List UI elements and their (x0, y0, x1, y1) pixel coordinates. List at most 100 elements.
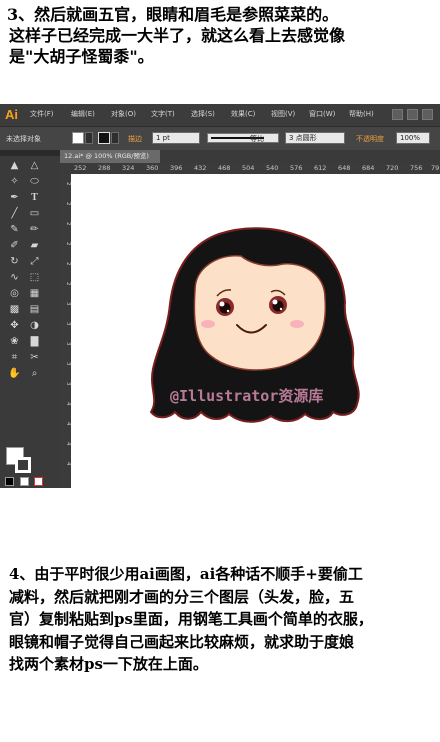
gradient-icon[interactable]: ▤ (28, 303, 41, 316)
ruler-tick: 288 (98, 164, 111, 172)
ruler-tick: 396 (170, 164, 183, 172)
type-icon[interactable]: T (28, 191, 41, 204)
direct-selection-icon[interactable]: △ (28, 159, 41, 172)
artboard-canvas[interactable] (71, 174, 440, 488)
workspace-icon[interactable] (422, 109, 433, 120)
stroke-swatch[interactable] (98, 132, 110, 144)
ruler-tick: 324 (122, 164, 135, 172)
ruler-tick: 468 (218, 164, 231, 172)
intro-line-3: 是"大胡子怪蜀黍"。 (9, 47, 154, 66)
variable-width-profile[interactable] (207, 133, 279, 143)
ruler-tick: 504 (242, 164, 255, 172)
ruler-tick: 432 (194, 164, 207, 172)
bridge-icon[interactable] (392, 109, 403, 120)
step4-line-3: 官）复制粘贴到ps里面，用钢笔工具画个简单的衣服， (9, 610, 373, 628)
intro-paragraph: 3、然后就画五官，眼睛和眉毛是参照菜菜的。 这样子已经完成一大半了，就这么看上去… (7, 4, 434, 67)
warp-icon[interactable]: ∿ (8, 271, 21, 284)
step4-line-1: 4、由于平时很少用ai画图，ai各种话不顺手+要偷工 (9, 565, 363, 583)
ruler-tick: 2 (65, 222, 71, 226)
stroke-dropdown[interactable] (111, 132, 119, 144)
blend-icon[interactable]: ◑ (28, 319, 41, 332)
menu-file[interactable]: 文件(F) (30, 109, 54, 119)
selection-icon[interactable]: ▲ (8, 159, 21, 172)
tools-panel: ▲ △ ✧ ⬭ ✒ T ╱ ▭ ✎ ✏ ✐ ▰ ↻ ⤢ ∿ ⬚ ◎ ▦ ▩ ▤ … (0, 150, 60, 488)
ruler-tick: 3 (65, 382, 71, 386)
menu-view[interactable]: 视图(V) (271, 109, 295, 119)
ruler-tick: 2 (65, 202, 71, 206)
pencil-icon[interactable]: ✏ (28, 223, 41, 236)
menu-help[interactable]: 帮助(H) (349, 109, 374, 119)
ruler-tick: 3 (65, 302, 71, 306)
left-eye (216, 298, 234, 316)
toolbox-header[interactable] (0, 150, 60, 156)
right-cheek (290, 320, 304, 328)
color-mode-icon[interactable] (20, 477, 29, 486)
fill-dropdown[interactable] (85, 132, 93, 144)
stroke-label[interactable]: 描边 (128, 134, 142, 144)
blob-brush-icon[interactable]: ✐ (8, 239, 21, 252)
ruler-tick: 360 (146, 164, 159, 172)
arrange-documents-icon[interactable] (407, 109, 418, 120)
opacity-input[interactable]: 100% (396, 132, 430, 144)
control-bar: 未选择对象 描边 1 pt 等比 3 点圆形 不透明度 100% (0, 126, 440, 152)
menu-edit[interactable]: 编辑(E) (71, 109, 95, 119)
intro-line-2: 这样子已经完成一大半了，就这么看上去感觉像 (9, 26, 346, 45)
menu-effect[interactable]: 效果(C) (231, 109, 255, 119)
ruler-tick: 720 (386, 164, 399, 172)
stroke-weight-input[interactable]: 1 pt (152, 132, 200, 144)
default-colors-icon[interactable] (5, 477, 14, 486)
ruler-tick: 4 (65, 422, 71, 426)
character-illustration[interactable] (71, 174, 440, 488)
menu-type[interactable]: 文字(T) (151, 109, 175, 119)
ruler-tick: 756 (410, 164, 423, 172)
left-cheek (201, 320, 215, 328)
eyedropper-icon[interactable]: ✥ (8, 319, 21, 332)
magic-wand-icon[interactable]: ✧ (8, 175, 21, 188)
brush-definition-select[interactable]: 3 点圆形 (285, 132, 345, 144)
profile-label: 等比 (250, 135, 264, 143)
menu-window[interactable]: 窗口(W) (309, 109, 335, 119)
mesh-icon[interactable]: ▩ (8, 303, 21, 316)
menu-object[interactable]: 对象(O) (111, 109, 136, 119)
menu-select[interactable]: 选择(S) (191, 109, 215, 119)
free-transform-icon[interactable]: ⬚ (28, 271, 41, 284)
document-tab-bar: 12.ai* @ 100% (RGB/预览) (60, 150, 440, 163)
face-shape (193, 255, 327, 371)
ruler-tick: 2 (65, 282, 71, 286)
none-color-icon[interactable] (34, 477, 43, 486)
step4-line-2: 减料，然后就把刚才画的分三个图层（头发，脸，五 (9, 587, 355, 606)
rectangle-icon[interactable]: ▭ (28, 207, 41, 220)
scale-icon[interactable]: ⤢ (28, 255, 41, 268)
ruler-tick: 540 (266, 164, 279, 172)
column-graph-icon[interactable]: ▇ (28, 335, 41, 348)
pen-icon[interactable]: ✒ (8, 191, 21, 204)
ruler-tick: 612 (314, 164, 327, 172)
ruler-tick: 4 (65, 402, 71, 406)
step4-line-5: 找两个素材ps一下放在上面。 (9, 655, 208, 673)
ai-logo-icon: Ai (3, 107, 20, 123)
paintbrush-icon[interactable]: ✎ (8, 223, 21, 236)
slice-icon[interactable]: ✂ (28, 351, 41, 364)
menu-bar: Ai 文件(F) 编辑(E) 对象(O) 文字(T) 选择(S) 效果(C) 视… (0, 104, 440, 126)
ruler-tick: 2 (65, 182, 71, 186)
eraser-icon[interactable]: ▰ (28, 239, 41, 252)
lasso-icon[interactable]: ⬭ (28, 175, 41, 188)
hand-icon[interactable]: ✋ (8, 367, 21, 380)
zoom-icon[interactable]: ⌕ (28, 367, 41, 380)
fill-swatch[interactable] (72, 132, 84, 144)
rotate-icon[interactable]: ↻ (8, 255, 21, 268)
ruler-tick: 252 (74, 164, 87, 172)
ruler-tick: 3 (65, 322, 71, 326)
symbol-sprayer-icon[interactable]: ❀ (8, 335, 21, 348)
line-icon[interactable]: ╱ (8, 207, 21, 220)
perspective-grid-icon[interactable]: ▦ (28, 287, 41, 300)
watermark-text: @Illustrator资源库 (170, 387, 324, 405)
opacity-label[interactable]: 不透明度 (356, 134, 384, 144)
shape-builder-icon[interactable]: ◎ (8, 287, 21, 300)
ruler-tick: 3 (65, 362, 71, 366)
stroke-color-box[interactable] (15, 457, 31, 473)
document-tab[interactable]: 12.ai* @ 100% (RGB/预览) (60, 150, 160, 163)
ruler-tick: 684 (362, 164, 375, 172)
artboard-icon[interactable]: ⌗ (8, 351, 21, 364)
selection-status: 未选择对象 (6, 135, 41, 143)
